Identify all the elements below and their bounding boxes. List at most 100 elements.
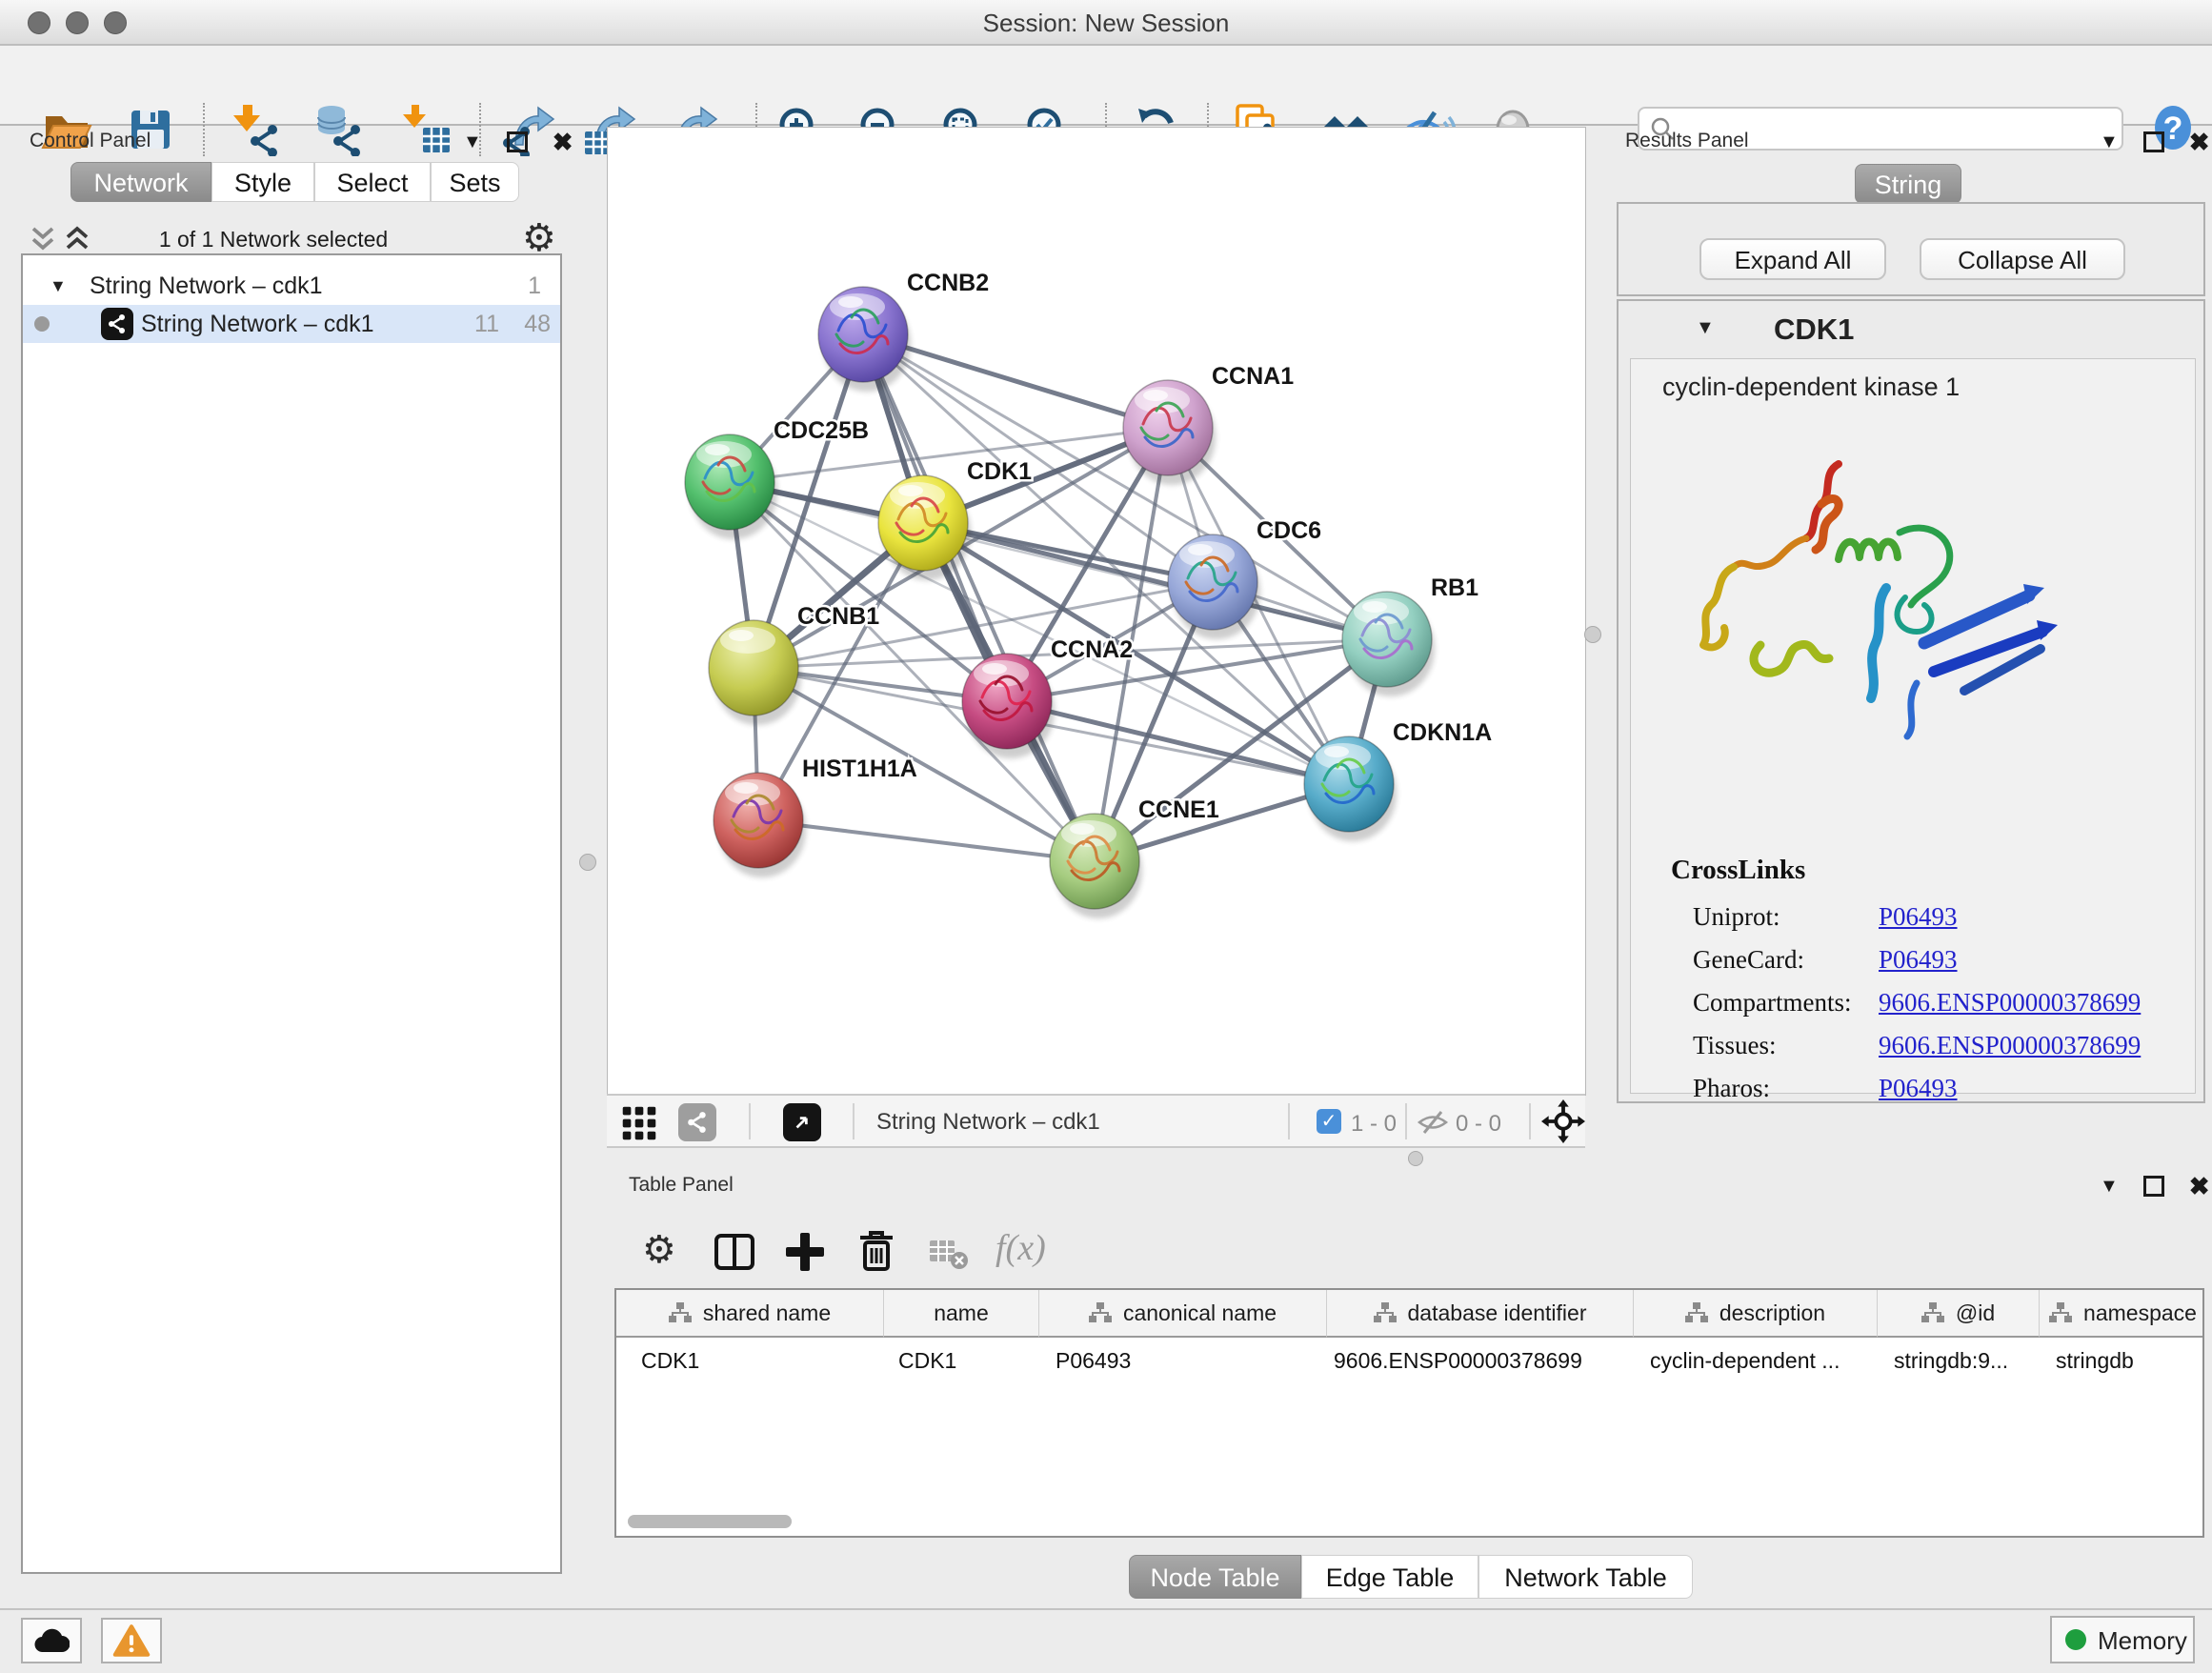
expand-all-button[interactable]: Expand All [1699, 238, 1886, 280]
collapse-all-button[interactable]: Collapse All [1920, 238, 2125, 280]
memory-label: Memory [2098, 1626, 2187, 1656]
footer-separator [853, 1103, 855, 1139]
splitter-handle[interactable] [1408, 1151, 1423, 1166]
panel-float-icon[interactable] [2143, 1176, 2164, 1197]
network-node-label: CDC6 [1257, 517, 1321, 544]
sitemap-icon [1374, 1302, 1397, 1323]
selected-checkbox-icon[interactable]: ✓ [1317, 1109, 1341, 1134]
splitter-handle[interactable] [1584, 626, 1601, 643]
import-network-database-icon[interactable] [312, 103, 365, 156]
table-cell[interactable]: stringdb:9... [1877, 1340, 2039, 1381]
crosslink-label: Uniprot: [1693, 902, 1879, 932]
tab-style[interactable]: Style [211, 162, 314, 202]
tab-edge-table[interactable]: Edge Table [1301, 1555, 1478, 1599]
table-cell[interactable]: P06493 [1038, 1340, 1326, 1381]
column-header-name[interactable]: name [883, 1290, 1038, 1338]
table-cell[interactable]: stringdb [2039, 1340, 2204, 1381]
crosslink-label: GeneCard: [1693, 945, 1879, 975]
import-table-icon[interactable] [398, 103, 452, 156]
column-header-namespace[interactable]: namespace [2039, 1290, 2204, 1338]
crosslink-link[interactable]: P06493 [1879, 1074, 1958, 1102]
table-cell[interactable]: CDK1 [616, 1340, 883, 1381]
splitter-handle[interactable] [579, 854, 596, 871]
network-edge-count: 48 [524, 305, 551, 343]
disclosure-triangle-icon[interactable]: ▼ [50, 267, 67, 305]
add-column-icon[interactable] [784, 1231, 826, 1273]
network-node-label: HIST1H1A [802, 756, 917, 782]
table-cell[interactable]: cyclin-dependent ... [1633, 1340, 1877, 1381]
crosslink-link[interactable]: P06493 [1879, 945, 1958, 974]
network-tree: ▼ String Network – cdk1 1 String Network… [21, 253, 562, 1574]
title-bar: Session: New Session [0, 0, 2212, 46]
network-node-label: CCNE1 [1138, 796, 1219, 823]
panel-float-icon[interactable] [2143, 131, 2164, 152]
network-node-label: CDC25B [774, 417, 869, 444]
column-header-canonical-name[interactable]: canonical name [1038, 1290, 1326, 1338]
network-row-selected[interactable]: String Network – cdk1 11 48 [23, 305, 560, 343]
warnings-button[interactable] [101, 1618, 162, 1663]
cloud-button[interactable] [21, 1618, 82, 1663]
birds-eye-view-icon[interactable] [783, 1103, 821, 1141]
memory-button[interactable]: Memory [2050, 1616, 2195, 1663]
protein-description: cyclin-dependent kinase 1 [1662, 373, 1960, 402]
tab-select[interactable]: Select [314, 162, 431, 202]
footer-separator [1288, 1103, 1290, 1139]
network-graph[interactable]: CCNB2CCNA1CDC25BCDK1CDC6RB1CCNB1CCNA2CDK… [608, 128, 1585, 1095]
share-network-icon[interactable] [678, 1103, 716, 1141]
panel-menu-icon[interactable]: ▼ [2100, 1177, 2119, 1196]
panel-close-icon[interactable]: ✖ [2189, 1176, 2210, 1197]
crosslink-row: Tissues:9606.ENSP00000378699 [1693, 1031, 2141, 1074]
crosslinks-heading: CrossLinks [1671, 855, 1805, 886]
crosslink-label: Pharos: [1693, 1074, 1879, 1103]
column-header-database-identifier[interactable]: database identifier [1326, 1290, 1633, 1338]
crosslink-link[interactable]: 9606.ENSP00000378699 [1879, 1031, 2141, 1059]
crosslink-link[interactable]: 9606.ENSP00000378699 [1879, 988, 2141, 1017]
network-edge[interactable] [1007, 701, 1349, 784]
import-network-icon[interactable] [229, 103, 282, 156]
network-type-icon [101, 308, 133, 340]
column-header-shared-name[interactable]: shared name [616, 1290, 883, 1338]
horizontal-scrollbar[interactable] [628, 1515, 792, 1528]
table-options-gear-icon[interactable]: ⚙ [642, 1231, 676, 1269]
network-node-label: RB1 [1431, 574, 1478, 601]
function-builder-icon: f(x) [995, 1227, 1046, 1269]
search-input[interactable] [1685, 111, 2108, 145]
network-options-gear-icon[interactable]: ⚙ [522, 219, 556, 257]
hidden-eye-icon[interactable] [1417, 1110, 1449, 1135]
network-edge[interactable] [758, 820, 1095, 861]
cloud-icon [33, 1627, 70, 1654]
crosslink-row: Uniprot:P06493 [1693, 902, 2141, 945]
tab-network-table[interactable]: Network Table [1478, 1555, 1693, 1599]
protein-disclosure-icon[interactable]: ▼ [1696, 318, 1715, 337]
table-panel-window-controls: ▼ ✖ [2100, 1176, 2210, 1197]
show-columns-icon[interactable] [714, 1233, 755, 1271]
panel-close-icon[interactable]: ✖ [2189, 131, 2210, 152]
main-toolbar: ? [0, 46, 2212, 126]
panel-menu-icon[interactable]: ▼ [463, 132, 482, 151]
status-bar: Memory [0, 1608, 2212, 1673]
column-header-description[interactable]: description [1633, 1290, 1877, 1338]
delete-column-icon[interactable] [856, 1229, 896, 1273]
tab-node-table[interactable]: Node Table [1129, 1555, 1301, 1599]
panel-float-icon[interactable] [507, 131, 528, 152]
node-table: shared name name canonical name database… [614, 1288, 2204, 1538]
fit-content-crosshair-icon[interactable] [1541, 1099, 1585, 1143]
sitemap-icon [2049, 1302, 2072, 1323]
network-collection-row[interactable]: ▼ String Network – cdk1 1 [23, 267, 560, 305]
column-header-id[interactable]: @id [1877, 1290, 2039, 1338]
tab-network[interactable]: Network [70, 162, 211, 202]
crosslink-link[interactable]: P06493 [1879, 902, 1958, 931]
crosslink-row: Pharos:P06493 [1693, 1074, 2141, 1117]
network-edge[interactable] [863, 334, 1095, 861]
table-panel-title: Table Panel [629, 1174, 734, 1197]
sitemap-icon [1921, 1302, 1944, 1323]
network-canvas[interactable]: CCNB2CCNA1CDC25BCDK1CDC6RB1CCNB1CCNA2CDK… [607, 127, 1586, 1096]
window-title: Session: New Session [0, 9, 2212, 38]
panel-menu-icon[interactable]: ▼ [2100, 132, 2119, 151]
tab-sets[interactable]: Sets [431, 162, 519, 202]
table-cell[interactable]: 9606.ENSP00000378699 [1326, 1340, 1633, 1381]
panel-close-icon[interactable]: ✖ [553, 131, 573, 152]
table-cell[interactable]: CDK1 [883, 1340, 1038, 1381]
tab-string[interactable]: String [1855, 164, 1961, 204]
grid-view-icon[interactable] [621, 1105, 657, 1141]
